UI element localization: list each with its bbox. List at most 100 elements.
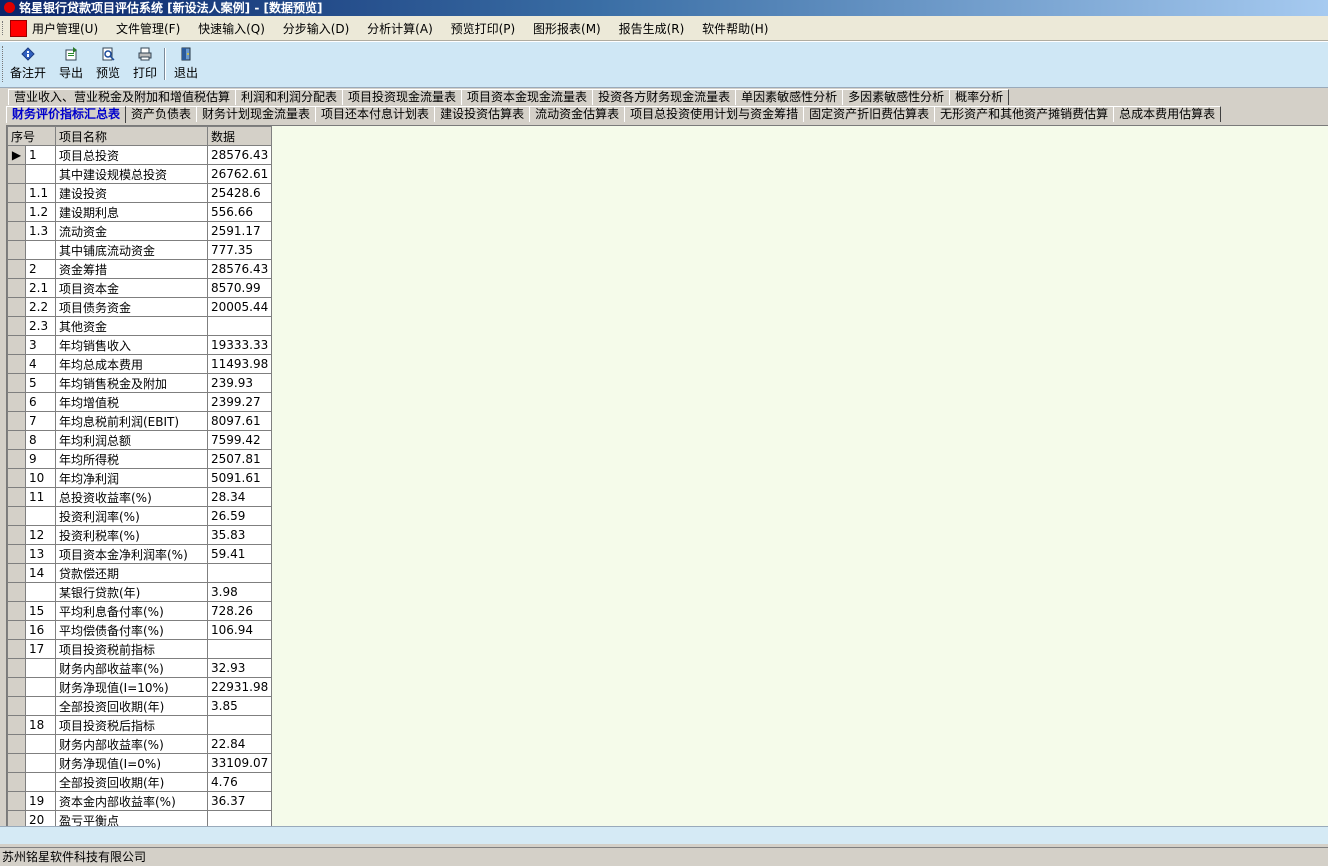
row-selector[interactable] [7,601,26,621]
cell-no[interactable]: 1 [25,145,56,165]
tab-construction-investment[interactable]: 建设投资估算表 [434,106,531,122]
cell-value[interactable]: 5091.61 [206,468,273,488]
cell-no[interactable]: 3 [25,335,56,355]
row-selector[interactable] [7,487,26,507]
cell-no[interactable]: 10 [25,468,56,488]
table-row[interactable]: 1.3 流动资金 2591.17 [7,221,273,241]
menu-quick-input[interactable]: 快速输入(Q) [198,20,265,37]
export-button[interactable]: 导出 [51,47,91,83]
preview-button[interactable]: 预览 [88,47,128,83]
cell-value[interactable]: 2399.27 [206,392,273,412]
cell-name[interactable]: 年均利润总额 [55,430,208,450]
cell-no[interactable]: 11 [25,487,56,507]
cell-no[interactable]: 4 [25,354,56,374]
table-row[interactable]: 财务内部收益率(%) 22.84 [7,734,273,754]
cell-no[interactable] [25,677,56,697]
table-row[interactable]: 3 年均销售收入 19333.33 [7,335,273,355]
row-selector[interactable] [7,449,26,469]
cell-value[interactable]: 32.93 [206,658,273,678]
table-row[interactable]: 其中铺底流动资金 777.35 [7,240,273,260]
exit-button[interactable]: 退出 [166,47,206,83]
row-selector[interactable] [7,202,26,222]
row-selector[interactable] [7,468,26,488]
menu-user-management[interactable]: 用户管理(U) [32,20,98,37]
row-selector[interactable] [7,753,26,773]
cell-no[interactable] [25,582,56,602]
cell-value[interactable]: 2591.17 [206,221,273,241]
cell-value[interactable]: 26.59 [206,506,273,526]
cell-no[interactable]: 2 [25,259,56,279]
tab-financial-plan-cashflow[interactable]: 财务计划现金流量表 [196,106,317,122]
cell-no[interactable] [25,164,56,184]
row-selector[interactable] [7,297,26,317]
menu-graph-report[interactable]: 图形报表(M) [533,20,601,37]
menu-report-generate[interactable]: 报告生成(R) [619,20,685,37]
cell-no[interactable]: 8 [25,430,56,450]
tab-balance-sheet[interactable]: 资产负债表 [125,106,198,122]
tab-capital-cashflow[interactable]: 项目资本金现金流量表 [461,89,594,105]
cell-value[interactable]: 20005.44 [206,297,273,317]
tab-working-capital[interactable]: 流动资金估算表 [529,106,626,122]
cell-value[interactable]: 28576.43 [206,145,273,165]
row-selector[interactable] [7,506,26,526]
cell-value[interactable]: 728.26 [206,601,273,621]
table-row[interactable]: 全部投资回收期(年) 3.85 [7,696,273,716]
cell-no[interactable]: 9 [25,449,56,469]
table-row[interactable]: 19 资本金内部收益率(%) 36.37 [7,791,273,811]
header-no[interactable]: 序号 [7,126,56,146]
row-selector[interactable] [7,240,26,260]
menu-file-management[interactable]: 文件管理(F) [116,20,180,37]
tab-multi-sensitivity[interactable]: 多因素敏感性分析 [842,89,951,105]
cell-no[interactable]: 1.3 [25,221,56,241]
cell-no[interactable]: 14 [25,563,56,583]
row-selector[interactable] [7,715,26,735]
cell-name[interactable]: 年均所得税 [55,449,208,469]
cell-no[interactable]: 2.3 [25,316,56,336]
cell-name[interactable]: 项目资本金 [55,278,208,298]
cell-value[interactable]: 35.83 [206,525,273,545]
header-name[interactable]: 项目名称 [55,126,208,146]
table-row[interactable]: 8 年均利润总额 7599.42 [7,430,273,450]
cell-no[interactable] [25,753,56,773]
row-selector[interactable] [7,335,26,355]
table-row[interactable]: 1.2 建设期利息 556.66 [7,202,273,222]
tab-revenue-tax[interactable]: 营业收入、营业税金及附加和增值税估算 [8,89,237,105]
cell-name[interactable]: 建设投资 [55,183,208,203]
row-selector[interactable] [7,525,26,545]
cell-no[interactable]: 13 [25,544,56,564]
header-value[interactable]: 数据 [206,126,273,146]
table-row[interactable]: 12 投资利税率(%) 35.83 [7,525,273,545]
tab-depreciation[interactable]: 固定资产折旧费估算表 [803,106,936,122]
cell-name[interactable]: 项目总投资 [55,145,208,165]
cell-name[interactable]: 项目投资税前指标 [55,639,208,659]
table-row[interactable]: 财务内部收益率(%) 32.93 [7,658,273,678]
cell-name[interactable]: 项目投资税后指标 [55,715,208,735]
cell-name[interactable]: 年均销售税金及附加 [55,373,208,393]
table-row[interactable]: 2.3 其他资金 [7,316,273,336]
table-row[interactable]: 2.1 项目资本金 8570.99 [7,278,273,298]
cell-value[interactable]: 22931.98 [206,677,273,697]
cell-value[interactable]: 59.41 [206,544,273,564]
cell-no[interactable] [25,506,56,526]
row-selector[interactable] [7,772,26,792]
table-row[interactable]: 2.2 项目债务资金 20005.44 [7,297,273,317]
table-row[interactable]: 17 项目投资税前指标 [7,639,273,659]
row-selector[interactable] [7,620,26,640]
table-row[interactable]: 14 贷款偿还期 [7,563,273,583]
table-row[interactable]: 2 资金筹措 28576.43 [7,259,273,279]
cell-name[interactable]: 某银行贷款(年) [55,582,208,602]
cell-value[interactable]: 36.37 [206,791,273,811]
tab-probability[interactable]: 概率分析 [949,89,1010,105]
cell-no[interactable]: 16 [25,620,56,640]
cell-no[interactable] [25,658,56,678]
tab-investment-plan[interactable]: 项目总投资使用计划与资金筹措 [624,106,805,122]
table-row[interactable]: 7 年均息税前利润(EBIT) 8097.61 [7,411,273,431]
cell-no[interactable]: 20 [25,810,56,826]
row-selector[interactable] [7,411,26,431]
cell-name[interactable]: 投资利税率(%) [55,525,208,545]
cell-value[interactable] [206,810,273,826]
tab-evaluation-summary[interactable]: 财务评价指标汇总表 [6,106,127,123]
row-selector[interactable] [7,373,26,393]
cell-value[interactable]: 28.34 [206,487,273,507]
cell-no[interactable]: 17 [25,639,56,659]
